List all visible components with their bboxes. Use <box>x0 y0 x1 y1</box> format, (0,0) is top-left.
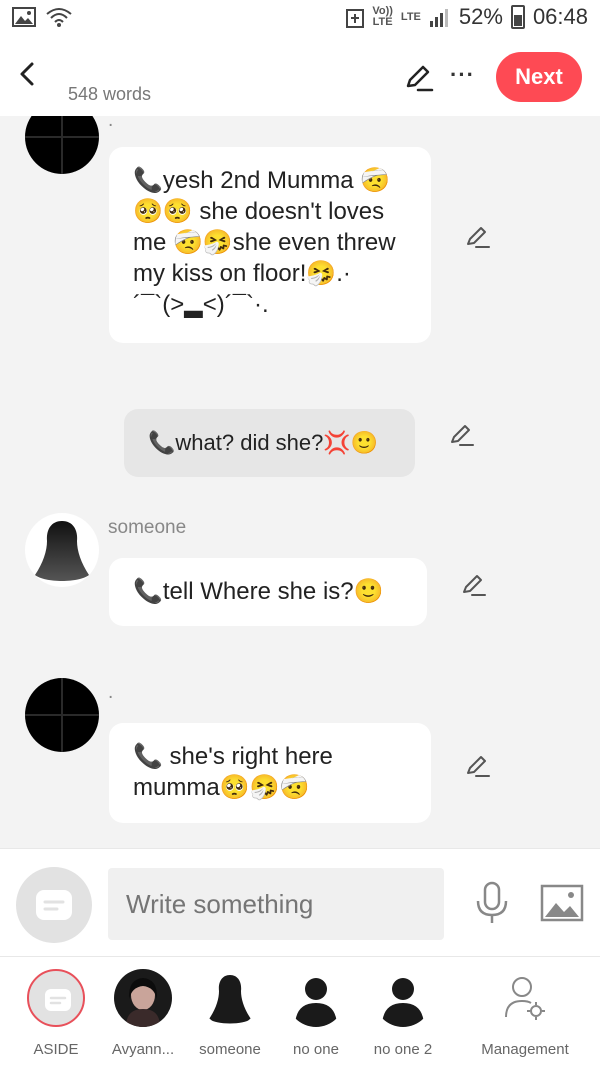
signal-icon <box>429 9 448 27</box>
more-options-icon[interactable]: ··· <box>450 62 475 88</box>
status-bar: Vo)) LTE LTE 52% 06:48 <box>0 0 600 40</box>
character-label: ASIDE <box>33 1041 79 1058</box>
wifi-icon <box>46 8 72 27</box>
character-avyann[interactable]: Avyann... <box>103 969 183 1058</box>
avatar[interactable] <box>25 678 99 752</box>
chat-bubble-icon <box>45 989 71 1011</box>
edit-message-icon[interactable] <box>447 421 475 449</box>
silhouette-icon <box>209 975 251 1024</box>
portrait-icon <box>126 978 160 1027</box>
clock: 06:48 <box>532 4 588 29</box>
lte-indicator: LTE <box>400 10 421 23</box>
network-type: Vo)) LTE <box>372 5 393 28</box>
chat-area[interactable]: . 📞yesh 2nd Mumma 🤕🥺🥺 she doesn't loves … <box>0 116 600 848</box>
person-silhouette-icon <box>382 978 424 1027</box>
person-silhouette-icon <box>295 978 337 1027</box>
aside-toggle-button[interactable] <box>16 867 92 943</box>
input-bar <box>0 848 600 956</box>
avatar <box>201 969 259 1027</box>
character-management[interactable]: Management <box>475 969 575 1058</box>
character-aside[interactable]: ASIDE <box>16 969 96 1058</box>
gallery-icon <box>12 7 36 27</box>
header: 548 words ··· Next <box>0 40 600 116</box>
character-label: someone <box>199 1041 261 1058</box>
aside-avatar <box>27 969 85 1027</box>
management-avatar <box>496 969 554 1027</box>
message-bubble[interactable]: 📞 she's right here mumma🥺🤧🤕 <box>109 723 431 823</box>
microphone-icon[interactable] <box>472 881 512 925</box>
edit-message-icon[interactable] <box>459 571 487 599</box>
character-no-one-2[interactable]: no one 2 <box>363 969 443 1058</box>
avatar[interactable] <box>25 116 99 174</box>
speaker-name: . <box>108 116 114 131</box>
message-bubble[interactable]: 📞tell Where she is?🙂 <box>109 558 427 626</box>
character-someone[interactable]: someone <box>190 969 270 1058</box>
character-bar: ASIDE Avyann... someone no one no one 2 … <box>0 956 600 1067</box>
avatar <box>287 969 345 1027</box>
avatar <box>114 969 172 1027</box>
next-button[interactable]: Next <box>496 52 582 102</box>
chat-bubble-icon <box>36 890 72 920</box>
character-label: Avyann... <box>111 1041 175 1058</box>
data-saver-icon <box>346 9 365 28</box>
battery-icon <box>510 5 525 29</box>
user-settings-icon <box>505 977 545 1020</box>
word-count: 548 words <box>68 84 152 104</box>
edit-pen-icon[interactable] <box>402 62 434 94</box>
edit-message-icon[interactable] <box>463 752 491 780</box>
message-input[interactable] <box>108 868 444 940</box>
avatar[interactable] <box>25 513 99 587</box>
avatar <box>374 969 432 1027</box>
character-label: Management <box>481 1041 569 1058</box>
speaker-name: someone <box>108 517 187 538</box>
speaker-name: . <box>108 682 114 703</box>
message-bubble[interactable]: 📞yesh 2nd Mumma 🤕🥺🥺 she doesn't loves me… <box>109 147 431 343</box>
character-label: no one 2 <box>373 1041 433 1058</box>
image-icon[interactable] <box>540 883 584 923</box>
battery-percent: 52% <box>458 4 503 29</box>
character-no-one[interactable]: no one <box>276 969 356 1058</box>
aside-bubble[interactable]: 📞what? did she?💢🙂 <box>124 409 415 477</box>
edit-message-icon[interactable] <box>463 223 491 251</box>
back-arrow-icon[interactable] <box>12 58 44 90</box>
character-label: no one <box>293 1041 339 1058</box>
silhouette-icon <box>35 521 89 581</box>
